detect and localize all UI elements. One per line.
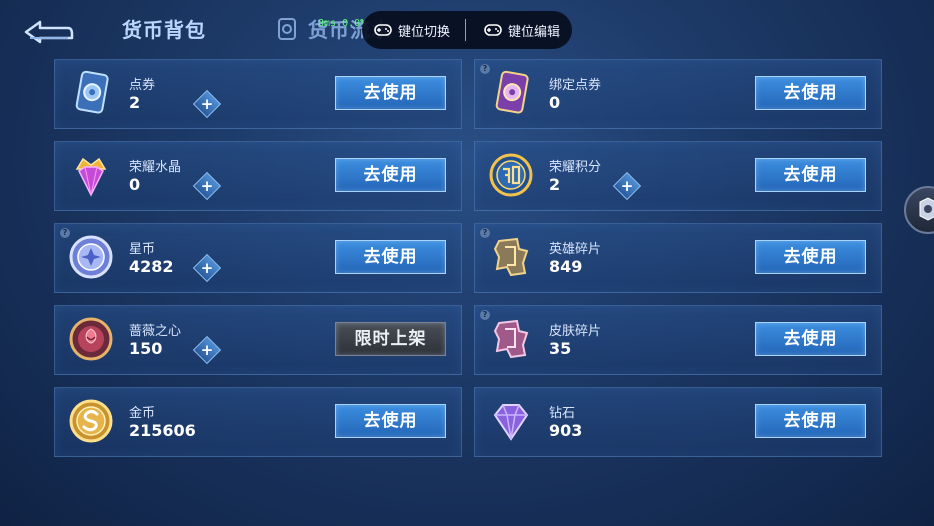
add-coupon-button[interactable]: + [192,89,222,119]
currency-card-hero-fragment: ? 英雄碎片 849 去使用 [474,223,882,293]
use-hero-fragment-button[interactable]: 去使用 [755,240,866,274]
plus-label: + [200,177,214,195]
use-gold-coin-button[interactable]: 去使用 [335,404,446,438]
key-edit-button[interactable]: 键位编辑 [484,22,561,40]
currency-name: 星币 [129,242,156,257]
currency-name: 皮肤碎片 [549,324,602,339]
add-star-coin-button[interactable]: + [192,253,222,283]
currency-name: 英雄碎片 [549,242,602,257]
use-bound-coupon-button[interactable]: 去使用 [755,76,866,110]
plus-label: + [620,177,634,195]
currency-amount: 2 [129,93,141,112]
rose-heart-icon [67,315,115,363]
currency-card-bound-coupon: ? 绑定点券 0 去使用 [474,59,882,129]
currency-name: 荣耀积分 [549,160,602,175]
glory-crystal-icon [67,151,115,199]
currency-card-rose-heart: 蔷薇之心 150 + 限时上架 [54,305,462,375]
plus-label: + [200,259,214,277]
currency-name: 点券 [129,78,156,93]
overlay-divider [465,19,466,41]
currency-amount: 903 [549,421,583,440]
key-mapping-overlay: 键位切换 键位编辑 [362,11,572,49]
key-edit-label: 键位编辑 [508,24,561,40]
hexagon-nut-icon [919,197,934,221]
currency-card-diamond: 钻石 903 去使用 [474,387,882,457]
currency-card-star-coin: ? 星币 4282 + 去使用 [54,223,462,293]
currency-name: 荣耀水晶 [129,160,182,175]
tab-currency-bag[interactable]: 货币背包 [122,14,206,43]
add-rose-heart-button[interactable]: + [192,335,222,365]
currency-card-coupon: 点券 2 + 去使用 [54,59,462,129]
plus-label: + [200,341,214,359]
key-switch-button[interactable]: 键位切换 [374,22,451,40]
use-star-coin-button[interactable]: 去使用 [335,240,446,274]
gold-coin-icon [67,397,115,445]
performance-readout: 8ms 0.0% [318,18,367,29]
limited-listing-button[interactable]: 限时上架 [335,322,446,356]
key-switch-label: 键位切换 [398,24,451,40]
skin-fragment-icon [487,315,535,363]
currency-flow-tab-icon [276,17,298,41]
glory-points-icon [487,151,535,199]
hero-fragment-icon [487,233,535,281]
diamond-icon [487,397,535,445]
floating-assist-button[interactable] [904,186,934,234]
currency-amount: 35 [549,339,572,358]
currency-card-glory-points: 荣耀积分 2 + 去使用 [474,141,882,211]
currency-name: 绑定点券 [549,78,602,93]
use-skin-fragment-button[interactable]: 去使用 [755,322,866,356]
currency-amount: 4282 [129,257,174,276]
use-diamond-button[interactable]: 去使用 [755,404,866,438]
currency-name: 蔷薇之心 [129,324,182,339]
back-arrow-icon [24,20,74,44]
back-button[interactable] [22,14,74,44]
currency-amount: 0 [129,175,141,194]
currency-name: 金币 [129,406,156,421]
add-glory-points-button[interactable]: + [612,171,642,201]
gamepad-switch-icon [374,24,392,36]
star-coin-icon [67,233,115,281]
currency-card-skin-fragment: ? 皮肤碎片 35 去使用 [474,305,882,375]
currency-name: 钻石 [549,406,576,421]
add-glory-crystal-button[interactable]: + [192,171,222,201]
currency-card-gold-coin: 金币 215606 去使用 [54,387,462,457]
use-glory-crystal-button[interactable]: 去使用 [335,158,446,192]
bound-coupon-card-icon [487,69,535,117]
currency-amount: 2 [549,175,561,194]
coupon-card-icon [67,69,115,117]
use-glory-points-button[interactable]: 去使用 [755,158,866,192]
gamepad-edit-icon [484,24,502,36]
use-coupon-button[interactable]: 去使用 [335,76,446,110]
plus-label: + [200,95,214,113]
currency-amount: 849 [549,257,583,276]
currency-amount: 0 [549,93,561,112]
currency-card-glory-crystal: 荣耀水晶 0 + 去使用 [54,141,462,211]
currency-amount: 215606 [129,421,196,440]
currency-amount: 150 [129,339,163,358]
